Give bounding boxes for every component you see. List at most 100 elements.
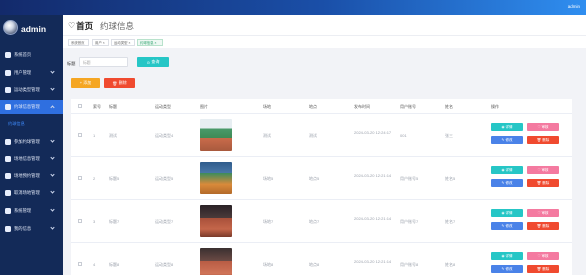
- search-input[interactable]: 标题: [79, 57, 128, 67]
- cell-publish-time: 2024-03-20 12:21:14: [354, 259, 392, 264]
- sidebar-item-venue-booking[interactable]: 场地预约管理: [0, 169, 63, 183]
- sidebar-item-venues[interactable]: 场地信息管理: [0, 152, 63, 166]
- sidebar-item-label: 我的信息: [14, 226, 32, 231]
- court-photo: [200, 162, 232, 194]
- sidebar-item-match-info[interactable]: 约球信息管理: [0, 100, 63, 114]
- chevron-down-icon: [50, 86, 55, 91]
- edit-button[interactable]: ✎ 修改: [491, 265, 523, 273]
- cell-place: 地点5: [309, 176, 320, 181]
- brand: admin: [0, 15, 63, 44]
- tab-sport-types[interactable]: 运动类型 ×: [111, 39, 135, 46]
- sidebar-item-sport-types[interactable]: 运动类型管理: [0, 83, 63, 97]
- detail-button[interactable]: ◉ 详情: [491, 166, 523, 174]
- detail-button[interactable]: ◉ 详情: [491, 252, 523, 260]
- query-button-label: 查询: [151, 59, 160, 64]
- col-header: 标题: [109, 104, 117, 109]
- col-header: 发布时间: [354, 104, 370, 109]
- page-header: ♡ 首页 约球信息: [63, 15, 586, 35]
- sidebar-item-home[interactable]: 系统首页: [0, 48, 63, 62]
- tab-users[interactable]: 用户 ×: [92, 39, 109, 46]
- chevron-down-icon: [50, 155, 55, 160]
- breadcrumb-home[interactable]: ♡ 首页: [68, 20, 93, 32]
- row-checkbox[interactable]: [78, 219, 82, 223]
- court-photo: [200, 119, 232, 151]
- sidebar-item-label: 参加约球管理: [14, 139, 40, 144]
- grid-icon: [5, 87, 11, 93]
- current-user-label[interactable]: admin: [568, 4, 580, 9]
- chevron-down-icon: [50, 189, 55, 194]
- row-checkbox[interactable]: [78, 176, 82, 180]
- cell-index: 2: [93, 176, 96, 181]
- trash-icon: 🗑: [112, 80, 118, 86]
- cell-title: 测试: [109, 133, 117, 138]
- remove-button[interactable]: 🗑 删除: [527, 179, 559, 187]
- sidebar-item-label: 系统首页: [14, 52, 32, 57]
- sidebar-subitem-label: 约球信息: [8, 121, 25, 126]
- calendar-icon: [5, 173, 11, 179]
- review-button[interactable]: ♡ 审核: [527, 123, 559, 131]
- tab-label: 系统首页: [71, 41, 85, 45]
- detail-button[interactable]: ◉ 详情: [491, 209, 523, 217]
- review-button[interactable]: ♡ 审核: [527, 209, 559, 217]
- col-header: 索号: [93, 104, 101, 109]
- col-header: 图片: [200, 104, 208, 109]
- sidebar-item-profile[interactable]: 我的信息: [0, 222, 63, 236]
- review-button[interactable]: ♡ 审核: [527, 166, 559, 174]
- sidebar-subitem-match-info[interactable]: 约球信息: [0, 118, 63, 130]
- review-button[interactable]: ♡ 审核: [527, 252, 559, 260]
- data-table: 索号 标题 运动类型 图片 场地 地点 发布时间 用户账号 姓名 操作 1 测试运…: [71, 99, 572, 275]
- cell-sport-type: 运动类型7: [155, 219, 174, 224]
- remove-button[interactable]: 🗑 删除: [527, 222, 559, 230]
- chevron-down-icon: [50, 69, 55, 74]
- cell-account: 用户账号7: [400, 219, 419, 224]
- cell-publish-time: 2024-03-20 12:21:14: [354, 173, 392, 178]
- tab-home[interactable]: 系统首页: [68, 39, 89, 46]
- venue-icon: [5, 156, 11, 162]
- edit-button[interactable]: ✎ 修改: [491, 136, 523, 144]
- cell-title: 标题5: [109, 176, 120, 181]
- cell-place: 地点7: [309, 219, 320, 224]
- court-photo: [200, 205, 232, 237]
- sidebar-item-users[interactable]: 用户管理: [0, 66, 63, 80]
- table-row: 2 标题5 运动类型5 场地5 地点5 2024-03-20 12:21:14 用户账号5 姓…: [71, 157, 572, 200]
- edit-button[interactable]: ✎ 修改: [491, 179, 523, 187]
- col-header: 运动类型: [155, 104, 171, 109]
- cell-place: 地点8: [309, 262, 320, 267]
- chevron-down-icon: [50, 172, 55, 177]
- chevron-down-icon: [50, 207, 55, 212]
- sidebar-item-cancel-venue[interactable]: 取消场地管理: [0, 186, 63, 200]
- cell-venue: 测试: [263, 133, 271, 138]
- select-all-checkbox[interactable]: [78, 104, 82, 108]
- tab-label: 约球信息 ×: [140, 41, 157, 45]
- sidebar-item-label: 系统管理: [14, 208, 32, 213]
- row-checkbox[interactable]: [78, 262, 82, 266]
- sidebar-item-system[interactable]: 系统管理: [0, 204, 63, 218]
- delete-button[interactable]: 🗑 删除: [104, 78, 135, 88]
- chevron-down-icon: [50, 225, 55, 230]
- edit-button[interactable]: ✎ 修改: [491, 222, 523, 230]
- tab-match-info[interactable]: 约球信息 ×: [137, 39, 163, 46]
- col-header: 用户账号: [400, 104, 416, 109]
- query-button[interactable]: ⊙ 查询: [137, 57, 169, 67]
- delete-button-label: 删除: [118, 80, 127, 85]
- search-icon: ⊙: [146, 59, 150, 65]
- col-header: 操作: [491, 104, 499, 109]
- cell-account: 001: [400, 133, 407, 138]
- cell-sport-type: 运动类型4: [155, 133, 174, 138]
- sidebar-item-join-match[interactable]: 参加约球管理: [0, 135, 63, 149]
- row-checkbox[interactable]: [78, 133, 82, 137]
- detail-button[interactable]: ◉ 详情: [491, 123, 523, 131]
- add-button[interactable]: + 添加: [71, 78, 100, 88]
- cell-title: 标题7: [109, 219, 120, 224]
- remove-button[interactable]: 🗑 删除: [527, 265, 559, 273]
- brand-name: admin: [21, 24, 47, 34]
- sidebar-item-label: 约球信息管理: [14, 104, 40, 109]
- profile-icon: [5, 226, 11, 232]
- cell-index: 4: [93, 262, 96, 267]
- top-bar: admin: [0, 0, 586, 15]
- home-icon: [5, 52, 11, 58]
- chevron-down-icon: [50, 138, 55, 143]
- cell-name: 姓名5: [445, 176, 456, 181]
- table-header: 索号 标题 运动类型 图片 场地 地点 发布时间 用户账号 姓名 操作: [71, 99, 572, 114]
- remove-button[interactable]: 🗑 删除: [527, 136, 559, 144]
